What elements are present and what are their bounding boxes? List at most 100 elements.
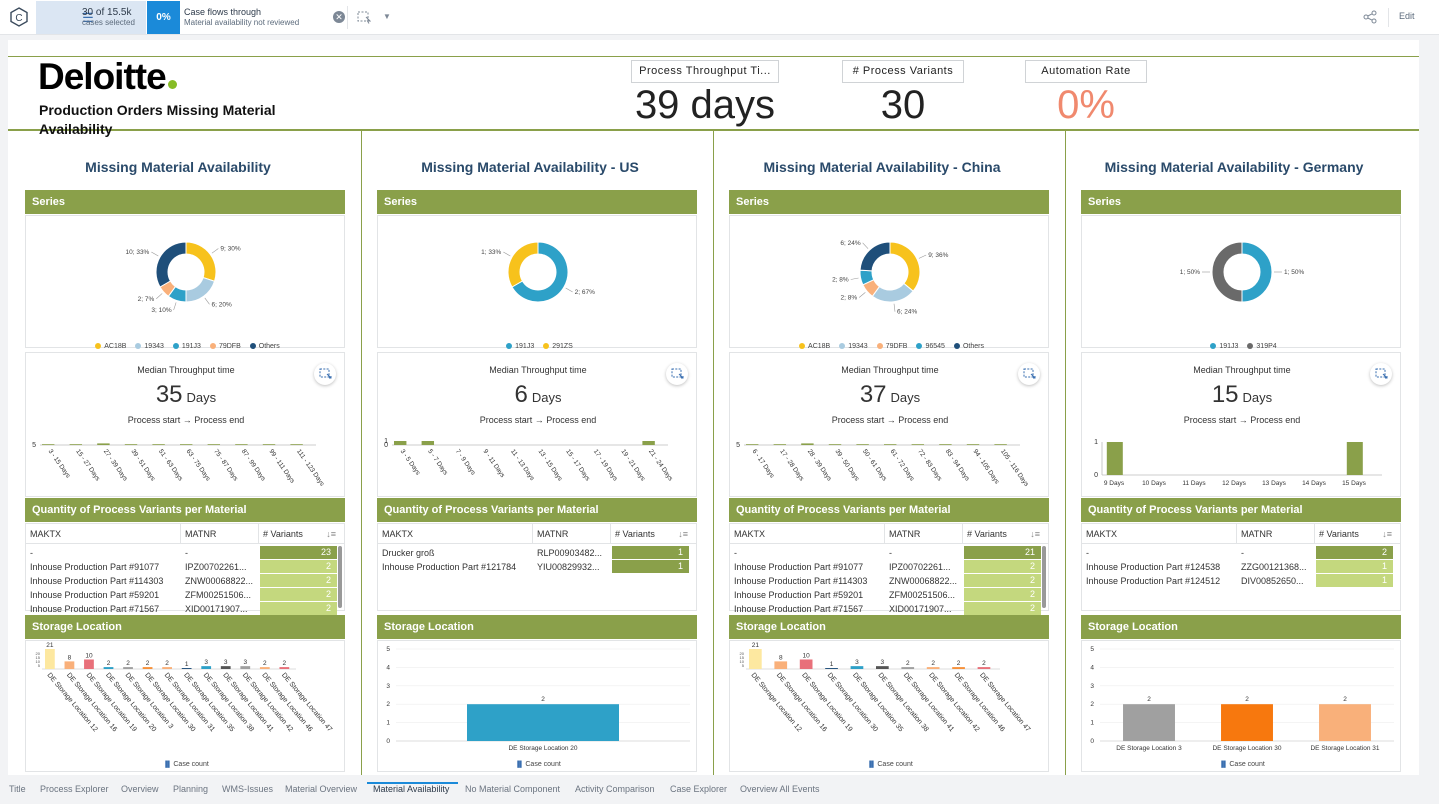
case-count-legend[interactable]: ▐▌ Case count [730, 761, 1050, 768]
legend-item[interactable]: 191J3 [503, 343, 534, 350]
table-row[interactable]: Inhouse Production Part #59201 ZFM0025150… [730, 588, 1048, 602]
table-scrollbar[interactable] [338, 546, 342, 608]
sheet-tab[interactable]: Overview All Events [740, 784, 820, 794]
table-row[interactable]: Inhouse Production Part #121784 YIU008299… [378, 560, 696, 574]
histogram-bar[interactable] [1346, 442, 1363, 475]
table-row[interactable]: Inhouse Production Part #91077 IPZ0070226… [730, 560, 1048, 574]
column-header-maktx[interactable]: MAKTX [1082, 524, 1237, 544]
donut-slice[interactable] [507, 241, 539, 288]
histogram-bar[interactable] [394, 441, 407, 445]
legend-item[interactable]: Others [247, 343, 280, 350]
storage-bar[interactable] [64, 661, 75, 669]
column-header-maktx[interactable]: MAKTX [378, 524, 533, 544]
table-row[interactable]: Inhouse Production Part #59201 ZFM0025150… [26, 588, 344, 602]
share-icon[interactable] [1363, 10, 1377, 24]
storage-bar[interactable] [240, 666, 251, 669]
table-row[interactable]: Inhouse Production Part #114303 ZNW000688… [26, 574, 344, 588]
histogram-bar[interactable] [642, 441, 655, 445]
histogram-bar[interactable] [235, 444, 248, 445]
storage-bar[interactable] [181, 668, 192, 669]
donut-slice[interactable] [889, 241, 921, 292]
histogram-bar[interactable] [966, 444, 980, 445]
storage-bar[interactable] [799, 659, 813, 669]
storage-bar[interactable] [279, 667, 290, 669]
donut-slice[interactable] [1241, 241, 1273, 303]
table-row[interactable]: Inhouse Production Part #91077 IPZ0070226… [26, 560, 344, 574]
table-row[interactable]: Inhouse Production Part #114303 ZNW000688… [730, 574, 1048, 588]
filter-title[interactable]: Case flows through [184, 7, 261, 17]
storage-bar[interactable] [1221, 704, 1273, 741]
storage-bar[interactable] [825, 668, 838, 669]
histogram-bar[interactable] [884, 444, 897, 445]
histogram-bar[interactable] [801, 443, 814, 445]
storage-bar[interactable] [876, 666, 889, 669]
selection-tool-icon[interactable] [1018, 363, 1040, 385]
storage-bar[interactable] [84, 659, 94, 669]
table-row[interactable]: Inhouse Production Part #71567 XID0017190… [26, 602, 344, 616]
storage-bar[interactable] [162, 667, 172, 669]
storage-bar[interactable] [45, 649, 55, 669]
storage-bar[interactable] [850, 666, 864, 669]
legend-item[interactable]: 19343 [836, 343, 868, 350]
sheet-tab[interactable]: No Material Component [465, 784, 560, 794]
chevron-down-icon[interactable]: ▼ [383, 12, 391, 21]
app-logo-icon[interactable]: C [9, 7, 29, 27]
legend-item[interactable]: 191J3 [1207, 343, 1238, 350]
storage-bar[interactable] [977, 667, 991, 669]
table-row[interactable]: Inhouse Production Part #124538 ZZG001213… [1082, 560, 1400, 574]
storage-bar[interactable] [467, 704, 619, 741]
legend-item[interactable]: 19343 [132, 343, 164, 350]
sort-icon[interactable]: ↓≡ [678, 524, 688, 544]
legend-item[interactable]: 79DFB [207, 343, 241, 350]
column-header-matnr[interactable]: MATNR [181, 524, 259, 544]
storage-bar[interactable] [123, 667, 133, 669]
case-count-legend[interactable]: ▐▌ Case count [1082, 761, 1402, 768]
column-header-maktx[interactable]: MAKTX [730, 524, 885, 544]
legend-item[interactable]: 291ZS [540, 343, 573, 350]
histogram-bar[interactable] [856, 444, 869, 445]
histogram-bar[interactable] [262, 444, 276, 445]
table-row[interactable]: - - 21 [730, 546, 1048, 560]
selection-tool-icon[interactable] [357, 10, 371, 24]
selection-tool-icon[interactable] [666, 363, 688, 385]
sort-icon[interactable]: ↓≡ [1030, 524, 1040, 544]
sheet-tab[interactable]: Process Explorer [40, 784, 109, 794]
sheet-tab[interactable]: Title [9, 784, 26, 794]
legend-item[interactable]: Others [951, 343, 984, 350]
sort-icon[interactable]: ↓≡ [1382, 524, 1392, 544]
legend-item[interactable]: 79DFB [874, 343, 907, 350]
histogram-bar[interactable] [207, 444, 221, 445]
table-row[interactable]: - - 2 [1082, 546, 1400, 560]
table-scrollbar[interactable] [1042, 546, 1046, 608]
column-header-variants[interactable]: # Variants ↓≡ [963, 524, 1048, 544]
column-header-matnr[interactable]: MATNR [533, 524, 611, 544]
sheet-tab[interactable]: WMS-Issues [222, 784, 273, 794]
histogram-bar[interactable] [42, 444, 55, 445]
selection-tool-icon[interactable] [314, 363, 336, 385]
sheet-tab[interactable]: Case Explorer [670, 784, 727, 794]
histogram-bar[interactable] [746, 444, 759, 445]
histogram-bar[interactable] [1106, 442, 1123, 475]
column-header-variants[interactable]: # Variants ↓≡ [259, 524, 344, 544]
table-row[interactable]: Inhouse Production Part #124512 DIV008526… [1082, 574, 1400, 588]
histogram-bar[interactable] [939, 444, 952, 445]
storage-bar[interactable] [749, 649, 762, 669]
storage-bar[interactable] [220, 666, 231, 669]
histogram-bar[interactable] [124, 444, 138, 445]
column-header-matnr[interactable]: MATNR [1237, 524, 1315, 544]
histogram-bar[interactable] [69, 444, 83, 445]
sheet-tab[interactable]: Planning [173, 784, 208, 794]
column-header-maktx[interactable]: MAKTX [26, 524, 181, 544]
case-count-legend[interactable]: ▐▌ Case count [378, 761, 698, 768]
storage-bar[interactable] [901, 667, 915, 669]
edit-button[interactable]: Edit [1399, 11, 1415, 21]
sheet-tab[interactable]: Material Overview [285, 784, 357, 794]
legend-item[interactable]: 191J3 [170, 343, 201, 350]
remove-filter-icon[interactable]: ✕ [333, 11, 345, 23]
donut-slice[interactable] [185, 241, 217, 282]
storage-bar[interactable] [926, 667, 940, 669]
legend-item[interactable]: 96545 [913, 343, 945, 350]
storage-bar[interactable] [103, 667, 114, 669]
table-row[interactable]: - - 23 [26, 546, 344, 560]
column-header-variants[interactable]: # Variants ↓≡ [611, 524, 696, 544]
